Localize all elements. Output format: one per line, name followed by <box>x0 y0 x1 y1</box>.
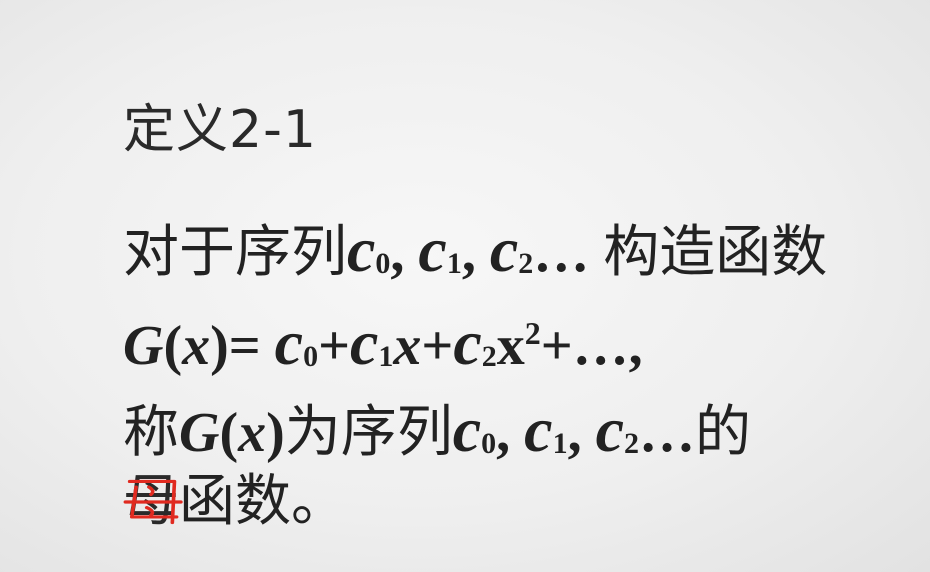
line3-middle: 为序列 <box>284 400 453 465</box>
x-symbol: x <box>182 315 211 377</box>
paren-open: ( <box>163 315 183 377</box>
separator: , <box>567 402 596 464</box>
separator: , <box>461 222 490 284</box>
c1-symbol: c <box>524 394 553 465</box>
definition-line-4: 母 函数。 <box>123 474 347 530</box>
line3-prefix: 称 <box>123 400 179 465</box>
c2-subscript: 2 <box>518 247 534 280</box>
definition-line-2-formula: G(x)= c0+c1x+c2x2+…, <box>123 311 643 375</box>
c2-symbol: c <box>595 394 624 465</box>
plus-sign: + <box>421 315 454 377</box>
x-superscript: 2 <box>524 315 541 351</box>
c1-subscript: 1 <box>552 427 568 460</box>
definition-line-3: 称G(x)为序列c0, c1, c2…的 <box>123 398 751 462</box>
paren-open: ( <box>219 402 239 464</box>
c2-symbol: c <box>453 307 482 378</box>
paren-close-equals: )= <box>210 315 275 377</box>
annotated-character: 母 <box>123 474 183 530</box>
marked-char-text: 母 <box>123 469 179 534</box>
x-symbol: x <box>238 402 267 464</box>
line4-rest: 函数。 <box>179 469 347 534</box>
c0-subscript: 0 <box>375 247 391 280</box>
c2-subscript: 2 <box>481 340 497 373</box>
formula-tail: +…, <box>540 315 643 377</box>
c0-subscript: 0 <box>303 340 319 373</box>
G-symbol: G <box>179 402 220 464</box>
G-symbol: G <box>123 315 164 377</box>
paren-close: ) <box>266 402 285 464</box>
c0-symbol: c <box>452 394 482 465</box>
x-symbol: x <box>393 315 422 377</box>
c1-symbol: c <box>350 307 379 378</box>
definition-line-1: 对于序列c0, c1, c2… 构造函数 <box>123 218 827 282</box>
c1-subscript: 1 <box>446 247 462 280</box>
slide: 定义2-1 对于序列c0, c1, c2… 构造函数 G(x)= c0+c1x+… <box>0 0 930 572</box>
c0-symbol: c <box>274 307 304 378</box>
line1-prefix: 对于序列 <box>123 220 347 285</box>
line1-suffix: 构造函数 <box>603 220 828 285</box>
c0-subscript: 0 <box>481 427 497 460</box>
ellipsis: … <box>638 402 695 464</box>
x-symbol: x <box>496 315 525 377</box>
plus-sign: + <box>318 315 350 377</box>
c1-symbol: c <box>418 214 447 285</box>
definition-title: 定义2-1 <box>123 100 317 160</box>
separator: , <box>390 222 419 284</box>
ellipsis: … <box>533 222 604 284</box>
c1-subscript: 1 <box>378 340 394 373</box>
c2-symbol: c <box>489 214 519 285</box>
line3-suffix: 的 <box>694 400 751 465</box>
separator: , <box>496 402 525 464</box>
c0-symbol: c <box>347 214 376 285</box>
c2-subscript: 2 <box>623 427 639 460</box>
